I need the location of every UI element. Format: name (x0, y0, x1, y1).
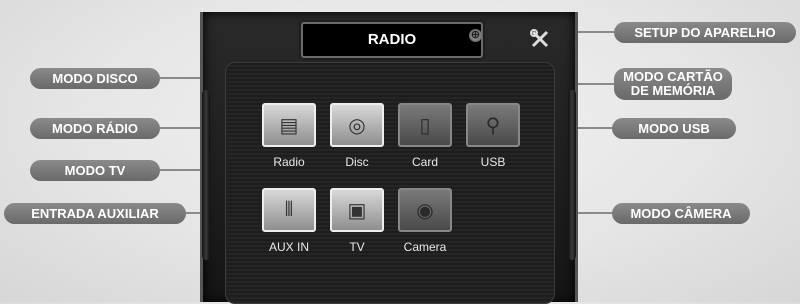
app-camera[interactable]: ◉ Camera (394, 188, 456, 254)
app-radio[interactable]: ▤ Radio (258, 103, 320, 169)
radio-icon: ▤ (262, 103, 316, 147)
app-disc[interactable]: ◎ Disc (326, 103, 388, 169)
memory-card-icon: ▯ (398, 103, 452, 147)
app-label: AUX IN (268, 240, 309, 254)
callout-disc: MODO DISCO (30, 68, 160, 89)
app-label: Disc (345, 155, 369, 169)
callout-setup: SETUP DO APARELHO (614, 22, 796, 43)
callout-card-line1: MODO CARTÃO (623, 69, 723, 84)
app-usb[interactable]: ⚲ USB (462, 103, 524, 169)
app-aux-in[interactable]: ⫴ AUX IN (258, 188, 320, 254)
callout-radio: MODO RÁDIO (30, 118, 160, 139)
page-title: RADIO (367, 31, 417, 48)
callout-card: MODO CARTÃO DE MEMÓRIA (614, 68, 732, 100)
mode-panel: ▤ Radio ◎ Disc ▯ Card ⚲ USB ⫴ AUX IN ▣ T… (225, 62, 555, 304)
callout-aux: ENTRADA AUXILIAR (4, 203, 186, 224)
callout-usb: MODO USB (612, 118, 736, 139)
app-label: USB (480, 155, 506, 169)
app-label: Camera (403, 240, 447, 254)
aux-in-icon: ⫴ (262, 188, 316, 232)
app-label: TV (349, 240, 365, 254)
callout-card-line2: DE MEMÓRIA (630, 83, 716, 98)
app-tv[interactable]: ▣ TV (326, 188, 388, 254)
app-card[interactable]: ▯ Card (394, 103, 456, 169)
callout-tv: MODO TV (30, 160, 160, 181)
app-label: Card (411, 155, 438, 169)
usb-icon: ⚲ (466, 103, 520, 147)
camera-icon: ◉ (398, 188, 452, 232)
wrench-screwdriver-icon (530, 29, 549, 48)
device-screen: ⊕ RADIO ⊕ ▤ Radio ◎ Disc ▯ Card ⚲ USB (200, 12, 578, 304)
setup-icon[interactable] (529, 28, 551, 50)
screw-icon: ⊕ (469, 29, 482, 42)
tv-icon: ▣ (330, 188, 384, 232)
disc-icon: ◎ (330, 103, 384, 147)
title-bar: RADIO (301, 22, 483, 58)
callout-camera: MODO CÂMERA (612, 203, 750, 224)
app-label: Radio (273, 155, 305, 169)
